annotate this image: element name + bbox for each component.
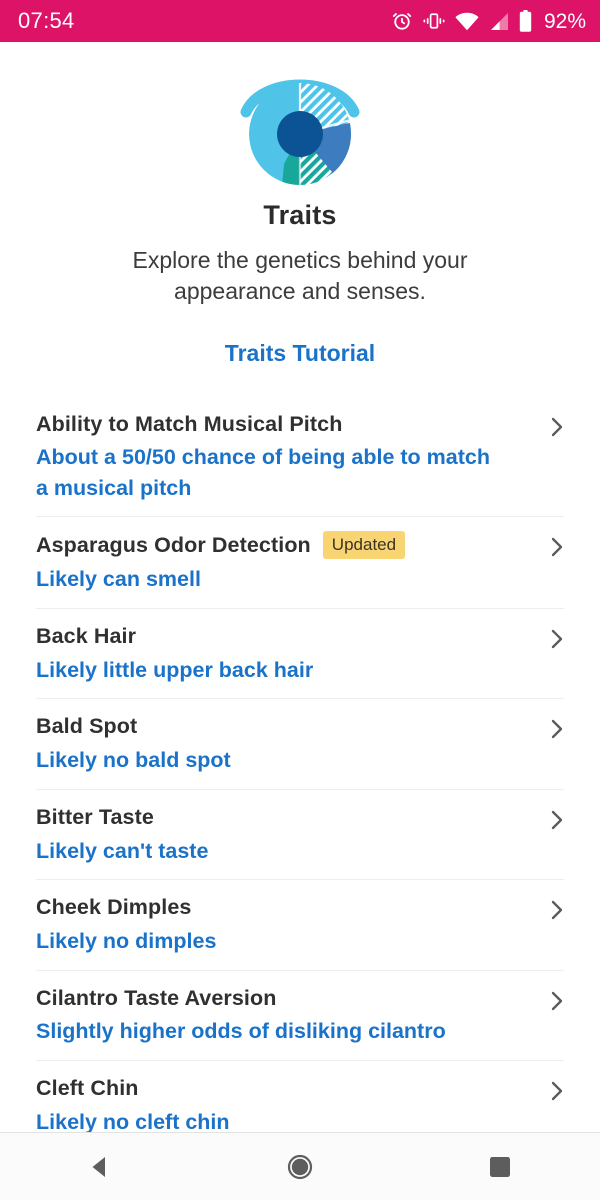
trait-row[interactable]: Bald Spot Likely no bald spot (0, 699, 600, 791)
chevron-right-icon (550, 989, 564, 1013)
page-title: Traits (263, 200, 337, 230)
battery-icon (519, 10, 532, 32)
trait-description: Likely can smell (36, 567, 201, 592)
trait-row[interactable]: Cleft Chin Likely no cleft chin (0, 1060, 600, 1132)
trait-name: Cleft Chin (36, 1075, 139, 1100)
home-button[interactable] (255, 1133, 345, 1200)
chevron-right-icon (550, 717, 564, 741)
chevron-right-icon (550, 627, 564, 651)
trait-header: Asparagus Odor Detection Updated (36, 531, 554, 560)
trait-description: Likely can't taste (36, 838, 209, 863)
trait-row[interactable]: Ability to Match Musical Pitch About a 5… (0, 396, 600, 518)
trait-row[interactable]: Cheek Dimples Likely no dimples (0, 880, 600, 971)
status-time: 07:54 (18, 8, 75, 33)
trait-name: Back Hair (36, 623, 137, 648)
trait-header: Ability to Match Musical Pitch (36, 411, 554, 438)
status-badge: Updated (322, 531, 406, 560)
cell-signal-icon (489, 12, 509, 31)
vibrate-icon (423, 11, 445, 31)
page-description: Explore the genetics behind your appeara… (132, 247, 468, 305)
status-icon-group: 92% (391, 10, 586, 32)
wifi-icon (455, 12, 479, 31)
hero-section: Traits Explore the genetics behind your … (0, 42, 600, 367)
recents-button[interactable] (455, 1133, 545, 1200)
trait-header: Cheek Dimples (36, 894, 554, 921)
trait-header: Bald Spot (36, 713, 554, 740)
traits-list: Ability to Match Musical Pitch About a 5… (0, 396, 600, 1132)
trait-row[interactable]: Back Hair Likely little upper back hair (0, 608, 600, 700)
traits-tutorial-link[interactable]: Traits Tutorial (0, 340, 600, 367)
chevron-right-icon (550, 1079, 564, 1103)
trait-description: Likely no bald spot (36, 748, 231, 773)
trait-description: Likely little upper back hair (36, 657, 314, 682)
alarm-clock-icon (391, 10, 413, 32)
trait-name: Ability to Match Musical Pitch (36, 411, 343, 436)
battery-percent: 92% (543, 9, 586, 33)
trait-name: Bitter Taste (36, 804, 154, 829)
trait-name: Asparagus Odor Detection (36, 533, 311, 557)
android-nav-bar (0, 1132, 600, 1200)
scroll-content[interactable]: Traits Explore the genetics behind your … (0, 42, 600, 1132)
trait-row[interactable]: Asparagus Odor Detection Updated Likely … (0, 517, 600, 609)
trait-header: Cleft Chin (36, 1075, 554, 1102)
trait-name: Bald Spot (36, 714, 138, 739)
trait-description: Likely no cleft chin (36, 1109, 230, 1132)
chevron-right-icon (550, 415, 564, 439)
traits-eye-logo (220, 56, 380, 196)
trait-name: Cheek Dimples (36, 895, 192, 920)
trait-header: Back Hair (36, 623, 554, 650)
status-bar: 07:54 92% (0, 0, 600, 42)
trait-header: Cilantro Taste Aversion (36, 985, 554, 1012)
trait-row[interactable]: Bitter Taste Likely can't taste (0, 789, 600, 881)
trait-description: Likely no dimples (36, 929, 217, 953)
chevron-right-icon (550, 898, 564, 922)
trait-row[interactable]: Cilantro Taste Aversion Slightly higher … (0, 970, 600, 1062)
chevron-right-icon (550, 808, 564, 832)
trait-description: About a 50/50 chance of being able to ma… (36, 445, 490, 500)
app-screen: 07:54 92% Traits Explore the genetics be… (0, 0, 600, 1200)
trait-name: Cilantro Taste Aversion (36, 985, 277, 1010)
chevron-right-icon (550, 535, 564, 559)
back-button[interactable] (55, 1133, 145, 1200)
trait-header: Bitter Taste (36, 804, 554, 831)
trait-description: Slightly higher odds of disliking cilant… (36, 1019, 446, 1044)
